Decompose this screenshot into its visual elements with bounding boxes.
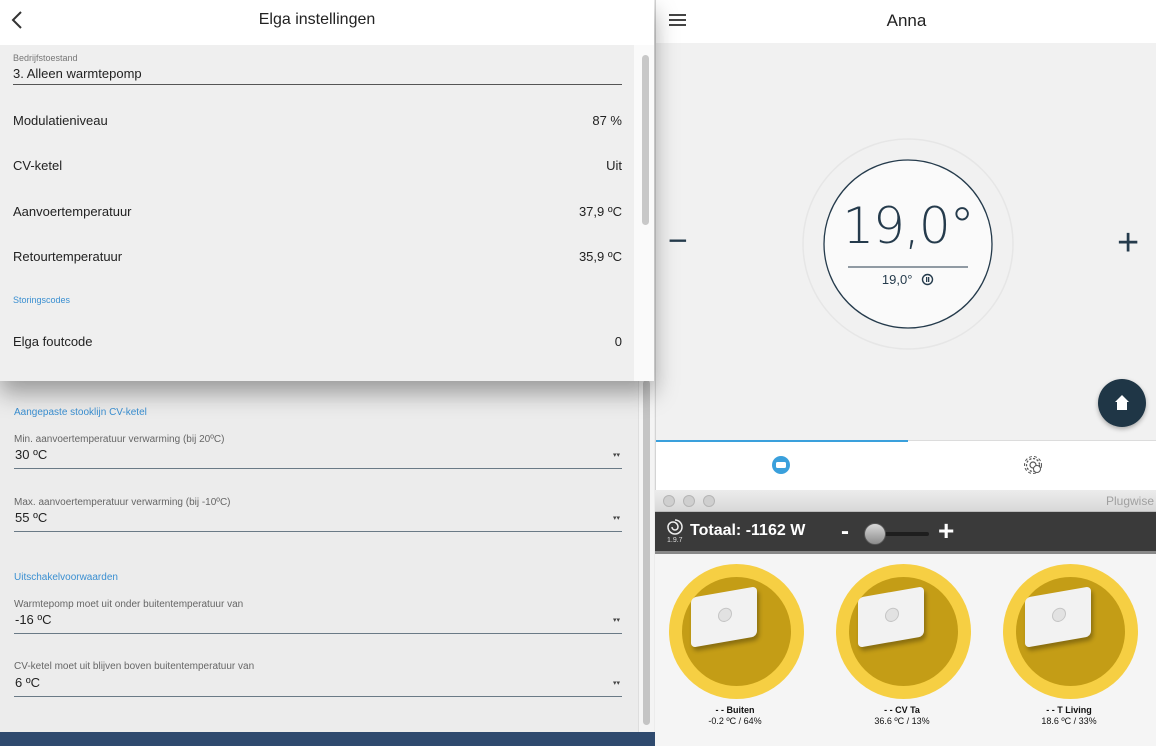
max-supply-temp-label: Max. aanvoertemperatuur verwarming (bij …: [14, 497, 231, 508]
total-power: Totaal: -1162 W: [690, 522, 806, 539]
boiler-off-select[interactable]: 6 ºC ▾▾: [14, 675, 622, 697]
min-supply-temp-value: 30 ºC: [15, 447, 48, 462]
min-supply-temp-select[interactable]: 30 ºC ▾▾: [14, 447, 622, 469]
return-temp-label: Retourtemperatuur: [13, 249, 123, 264]
gear-icon: [1024, 456, 1042, 474]
active-tab-indicator: [656, 440, 908, 442]
anna-header: Anna: [656, 0, 1156, 43]
boiler-off-label: CV-ketel moet uit blijven boven buitente…: [14, 661, 255, 672]
heatpump-off-select[interactable]: -16 ºC ▾▾: [14, 612, 622, 634]
device-reading: -0.2 ºC / 64%: [708, 716, 762, 726]
mode-label: Bedrijfstoestand: [13, 53, 78, 63]
minimize-window-button[interactable]: [683, 495, 695, 507]
chevron-down-icon: ▾▾: [612, 515, 620, 522]
schedule-icon: [921, 273, 934, 289]
tab-settings[interactable]: [1022, 454, 1044, 481]
chevron-down-icon: ▾▾: [612, 617, 620, 624]
min-supply-temp-label: Min. aanvoertemperatuur verwarming (bij …: [14, 434, 225, 445]
section-off-conditions-link[interactable]: Uitschakelvoorwaarden: [14, 572, 118, 583]
plugwise-toolbar: 1.9.7 Totaal: -1162 W - +: [655, 512, 1156, 554]
home-icon: [1115, 395, 1129, 410]
current-temperature: 19,0°: [842, 197, 974, 255]
device-name: - - CV Ta: [884, 705, 920, 715]
max-supply-temp-value: 55 ºC: [15, 510, 48, 525]
device-name: - - Buiten: [715, 705, 755, 715]
supply-temp-value: 37,9 ºC: [578, 204, 622, 219]
device-cv-ta[interactable]: - - CV Ta 36.6 ºC / 13%: [832, 564, 972, 726]
return-temp-value: 35,9 ºC: [578, 249, 622, 264]
heatpump-off-value: -16 ºC: [15, 612, 52, 627]
tab-thermostat[interactable]: [771, 455, 791, 480]
decrease-temp-button[interactable]: −: [668, 224, 688, 258]
zoom-out-button[interactable]: -: [841, 518, 849, 546]
section-curve-link[interactable]: Aangepaste stooklijn CV-ketel: [14, 407, 147, 418]
version-label: 1.9.7: [667, 537, 683, 544]
plugwise-window-title: Plugwise: [1105, 494, 1154, 508]
fault-code-label: Elga foutcode: [13, 334, 93, 349]
modulation-label: Modulatieniveau: [13, 113, 108, 128]
anna-window: Anna − + 19,0° 19,0°: [655, 0, 1156, 490]
device-ring: [836, 564, 971, 699]
device-t-living[interactable]: - - T Living 18.6 ºC / 33%: [999, 564, 1139, 726]
page-title: Elga instellingen: [258, 11, 376, 28]
anna-title: Anna: [886, 11, 927, 30]
modulation-value: 87 %: [592, 113, 622, 128]
device-ring: [1003, 564, 1138, 699]
zoom-in-button[interactable]: +: [938, 515, 954, 547]
device-reading: 36.6 ºC / 13%: [874, 716, 930, 726]
supply-temp-label: Aanvoertemperatuur: [13, 204, 132, 219]
device-ring: [669, 564, 804, 699]
device-buiten[interactable]: - - Buiten -0.2 ºC / 64%: [665, 564, 805, 726]
elga-header: Elga instellingen: [0, 0, 654, 45]
chevron-down-icon: ▾▾: [612, 452, 620, 459]
scrollbar-thumb[interactable]: [642, 55, 649, 225]
home-button[interactable]: [1098, 379, 1146, 427]
fault-code-value: 0: [614, 334, 622, 349]
heatpump-off-label: Warmtepomp moet uit onder buitentemperat…: [14, 599, 244, 610]
tab-bar: [656, 440, 1156, 490]
plugwise-window: Plugwise 1.9.7 Totaal: -1162 W - + - - B…: [655, 490, 1156, 746]
zoom-slider-handle[interactable]: [864, 523, 886, 545]
boiler-value: Uit: [606, 158, 622, 173]
elga-settings-panel: Elga instellingen Bedrijfstoestand 3. Al…: [0, 0, 654, 381]
plugwise-titlebar[interactable]: Plugwise: [655, 490, 1156, 512]
setpoint-temperature: 19,0°: [881, 272, 913, 287]
device-reading: 18.6 ºC / 33%: [1041, 716, 1097, 726]
increase-temp-button[interactable]: +: [1117, 224, 1139, 262]
boiler-label: CV-ketel: [13, 158, 63, 173]
boiler-off-value: 6 ºC: [15, 675, 40, 690]
chevron-down-icon: ▾▾: [612, 680, 620, 687]
thermostat-tab-icon: [772, 456, 790, 474]
zoom-window-button[interactable]: [703, 495, 715, 507]
scrollbar-thumb[interactable]: [643, 380, 650, 725]
fault-codes-link[interactable]: Storingscodes: [13, 295, 70, 305]
mode-select[interactable]: 3. Alleen warmtepomp: [13, 66, 622, 85]
max-supply-temp-select[interactable]: 55 ºC ▾▾: [14, 510, 622, 532]
device-name: - - T Living: [1046, 705, 1092, 715]
close-window-button[interactable]: [663, 495, 675, 507]
